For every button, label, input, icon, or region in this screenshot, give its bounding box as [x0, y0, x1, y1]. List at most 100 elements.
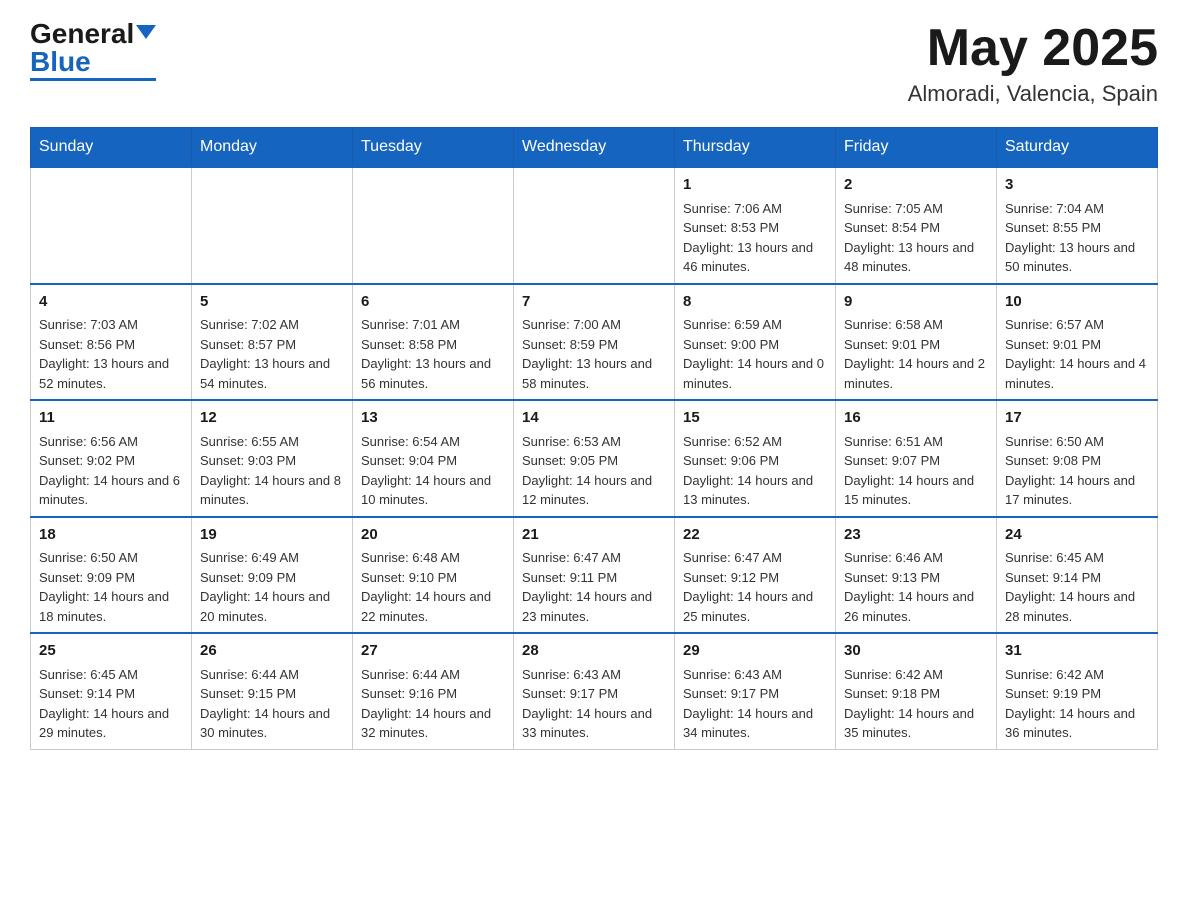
calendar-cell: 11Sunrise: 6:56 AM Sunset: 9:02 PM Dayli… [31, 400, 192, 517]
calendar-cell: 2Sunrise: 7:05 AM Sunset: 8:54 PM Daylig… [836, 167, 997, 284]
calendar-cell: 12Sunrise: 6:55 AM Sunset: 9:03 PM Dayli… [192, 400, 353, 517]
day-info: Sunrise: 6:54 AM Sunset: 9:04 PM Dayligh… [361, 432, 505, 510]
day-number: 27 [361, 640, 505, 663]
weekday-header-saturday: Saturday [997, 128, 1158, 168]
day-info: Sunrise: 6:55 AM Sunset: 9:03 PM Dayligh… [200, 432, 344, 510]
calendar-cell: 24Sunrise: 6:45 AM Sunset: 9:14 PM Dayli… [997, 517, 1158, 634]
calendar-cell: 22Sunrise: 6:47 AM Sunset: 9:12 PM Dayli… [675, 517, 836, 634]
day-info: Sunrise: 6:47 AM Sunset: 9:11 PM Dayligh… [522, 548, 666, 626]
day-info: Sunrise: 7:03 AM Sunset: 8:56 PM Dayligh… [39, 315, 183, 393]
calendar-cell: 5Sunrise: 7:02 AM Sunset: 8:57 PM Daylig… [192, 284, 353, 401]
calendar-cell: 9Sunrise: 6:58 AM Sunset: 9:01 PM Daylig… [836, 284, 997, 401]
day-number: 18 [39, 524, 183, 547]
day-number: 15 [683, 407, 827, 430]
day-info: Sunrise: 7:05 AM Sunset: 8:54 PM Dayligh… [844, 199, 988, 277]
calendar-cell: 29Sunrise: 6:43 AM Sunset: 9:17 PM Dayli… [675, 633, 836, 749]
calendar-cell: 21Sunrise: 6:47 AM Sunset: 9:11 PM Dayli… [514, 517, 675, 634]
day-number: 10 [1005, 291, 1149, 314]
calendar-cell [31, 167, 192, 284]
logo-underline [30, 78, 156, 81]
day-number: 23 [844, 524, 988, 547]
day-number: 6 [361, 291, 505, 314]
week-row-1: 1Sunrise: 7:06 AM Sunset: 8:53 PM Daylig… [31, 167, 1158, 284]
day-number: 26 [200, 640, 344, 663]
day-number: 31 [1005, 640, 1149, 663]
logo: General Blue [30, 20, 156, 81]
day-number: 16 [844, 407, 988, 430]
day-number: 30 [844, 640, 988, 663]
calendar-cell: 14Sunrise: 6:53 AM Sunset: 9:05 PM Dayli… [514, 400, 675, 517]
day-number: 2 [844, 174, 988, 197]
day-info: Sunrise: 6:47 AM Sunset: 9:12 PM Dayligh… [683, 548, 827, 626]
day-number: 12 [200, 407, 344, 430]
calendar-cell: 15Sunrise: 6:52 AM Sunset: 9:06 PM Dayli… [675, 400, 836, 517]
day-info: Sunrise: 6:58 AM Sunset: 9:01 PM Dayligh… [844, 315, 988, 393]
calendar-cell [514, 167, 675, 284]
calendar-cell: 10Sunrise: 6:57 AM Sunset: 9:01 PM Dayli… [997, 284, 1158, 401]
day-info: Sunrise: 6:48 AM Sunset: 9:10 PM Dayligh… [361, 548, 505, 626]
day-info: Sunrise: 6:49 AM Sunset: 9:09 PM Dayligh… [200, 548, 344, 626]
calendar-cell: 30Sunrise: 6:42 AM Sunset: 9:18 PM Dayli… [836, 633, 997, 749]
day-number: 17 [1005, 407, 1149, 430]
calendar-cell: 27Sunrise: 6:44 AM Sunset: 9:16 PM Dayli… [353, 633, 514, 749]
day-number: 20 [361, 524, 505, 547]
day-number: 22 [683, 524, 827, 547]
weekday-header-tuesday: Tuesday [353, 128, 514, 168]
day-number: 9 [844, 291, 988, 314]
calendar-cell [353, 167, 514, 284]
day-info: Sunrise: 6:59 AM Sunset: 9:00 PM Dayligh… [683, 315, 827, 393]
day-number: 19 [200, 524, 344, 547]
logo-text: General Blue [30, 20, 156, 76]
calendar-cell: 3Sunrise: 7:04 AM Sunset: 8:55 PM Daylig… [997, 167, 1158, 284]
calendar-cell: 17Sunrise: 6:50 AM Sunset: 9:08 PM Dayli… [997, 400, 1158, 517]
weekday-row: SundayMondayTuesdayWednesdayThursdayFrid… [31, 128, 1158, 168]
calendar-cell [192, 167, 353, 284]
day-info: Sunrise: 6:53 AM Sunset: 9:05 PM Dayligh… [522, 432, 666, 510]
logo-triangle-icon [136, 25, 156, 39]
day-info: Sunrise: 6:57 AM Sunset: 9:01 PM Dayligh… [1005, 315, 1149, 393]
day-number: 13 [361, 407, 505, 430]
weekday-header-thursday: Thursday [675, 128, 836, 168]
day-number: 3 [1005, 174, 1149, 197]
day-number: 7 [522, 291, 666, 314]
day-info: Sunrise: 7:02 AM Sunset: 8:57 PM Dayligh… [200, 315, 344, 393]
week-row-2: 4Sunrise: 7:03 AM Sunset: 8:56 PM Daylig… [31, 284, 1158, 401]
day-info: Sunrise: 6:45 AM Sunset: 9:14 PM Dayligh… [39, 665, 183, 743]
day-number: 8 [683, 291, 827, 314]
calendar-cell: 23Sunrise: 6:46 AM Sunset: 9:13 PM Dayli… [836, 517, 997, 634]
day-number: 11 [39, 407, 183, 430]
month-title: May 2025 [908, 20, 1158, 77]
day-number: 5 [200, 291, 344, 314]
day-info: Sunrise: 6:43 AM Sunset: 9:17 PM Dayligh… [683, 665, 827, 743]
logo-general: General [30, 18, 134, 49]
day-info: Sunrise: 6:42 AM Sunset: 9:19 PM Dayligh… [1005, 665, 1149, 743]
calendar-cell: 31Sunrise: 6:42 AM Sunset: 9:19 PM Dayli… [997, 633, 1158, 749]
day-info: Sunrise: 6:43 AM Sunset: 9:17 PM Dayligh… [522, 665, 666, 743]
day-info: Sunrise: 6:52 AM Sunset: 9:06 PM Dayligh… [683, 432, 827, 510]
day-number: 21 [522, 524, 666, 547]
day-number: 24 [1005, 524, 1149, 547]
weekday-header-wednesday: Wednesday [514, 128, 675, 168]
calendar-body: 1Sunrise: 7:06 AM Sunset: 8:53 PM Daylig… [31, 167, 1158, 749]
day-info: Sunrise: 7:01 AM Sunset: 8:58 PM Dayligh… [361, 315, 505, 393]
day-info: Sunrise: 6:45 AM Sunset: 9:14 PM Dayligh… [1005, 548, 1149, 626]
day-info: Sunrise: 7:00 AM Sunset: 8:59 PM Dayligh… [522, 315, 666, 393]
location-title: Almoradi, Valencia, Spain [908, 81, 1158, 107]
calendar-cell: 6Sunrise: 7:01 AM Sunset: 8:58 PM Daylig… [353, 284, 514, 401]
page-header: General Blue May 2025 Almoradi, Valencia… [30, 20, 1158, 107]
weekday-header-sunday: Sunday [31, 128, 192, 168]
calendar-cell: 16Sunrise: 6:51 AM Sunset: 9:07 PM Dayli… [836, 400, 997, 517]
calendar-cell: 4Sunrise: 7:03 AM Sunset: 8:56 PM Daylig… [31, 284, 192, 401]
calendar-cell: 26Sunrise: 6:44 AM Sunset: 9:15 PM Dayli… [192, 633, 353, 749]
day-info: Sunrise: 6:51 AM Sunset: 9:07 PM Dayligh… [844, 432, 988, 510]
day-info: Sunrise: 7:06 AM Sunset: 8:53 PM Dayligh… [683, 199, 827, 277]
calendar-cell: 20Sunrise: 6:48 AM Sunset: 9:10 PM Dayli… [353, 517, 514, 634]
day-info: Sunrise: 6:46 AM Sunset: 9:13 PM Dayligh… [844, 548, 988, 626]
day-info: Sunrise: 6:42 AM Sunset: 9:18 PM Dayligh… [844, 665, 988, 743]
day-number: 28 [522, 640, 666, 663]
weekday-header-monday: Monday [192, 128, 353, 168]
calendar-cell: 19Sunrise: 6:49 AM Sunset: 9:09 PM Dayli… [192, 517, 353, 634]
day-info: Sunrise: 6:56 AM Sunset: 9:02 PM Dayligh… [39, 432, 183, 510]
day-number: 1 [683, 174, 827, 197]
calendar-cell: 18Sunrise: 6:50 AM Sunset: 9:09 PM Dayli… [31, 517, 192, 634]
